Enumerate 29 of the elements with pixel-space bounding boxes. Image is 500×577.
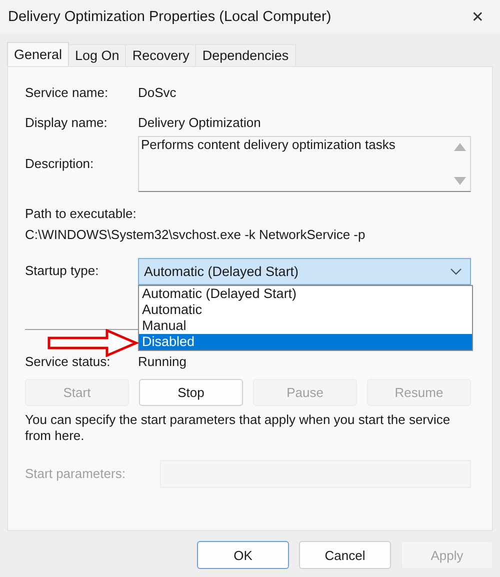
field-label: Startup type:: [25, 263, 100, 279]
dropdown-option[interactable]: Manual: [139, 318, 472, 334]
scroll-down-icon[interactable]: [454, 177, 466, 185]
close-button[interactable]: ✕: [465, 6, 490, 28]
field-label: Display name:: [25, 115, 108, 131]
field-label: Service name:: [25, 85, 110, 101]
service-button[interactable]: Stop: [139, 379, 243, 406]
field-label: Path to executable:: [25, 206, 138, 222]
field-value: Delivery Optimization: [138, 115, 262, 131]
dropdown-option[interactable]: Automatic (Delayed Start): [139, 286, 472, 302]
description-box[interactable]: Performs content delivery optimization tasks: [138, 136, 471, 192]
dropdown-option[interactable]: Automatic: [139, 302, 472, 318]
hint-text: You can specify the start parameters that apply when you start the service from here.: [25, 412, 452, 444]
tab[interactable]: Recovery: [125, 44, 196, 66]
field-label: Start parameters:: [25, 466, 126, 482]
path-value: C:\WINDOWS\System32\svchost.exe -k NetworkService -p: [25, 227, 366, 243]
field-label: Description:: [25, 156, 95, 172]
tab[interactable]: Dependencies: [195, 44, 296, 66]
dialog-button[interactable]: Cancel: [299, 541, 391, 569]
dropdown-option[interactable]: Disabled: [139, 334, 472, 350]
tab[interactable]: Log On: [68, 44, 126, 66]
field-value: DoSvc: [138, 85, 178, 101]
status-value: Running: [138, 354, 188, 370]
window-title: Delivery Optimization Properties (Local Computer): [8, 8, 332, 24]
dialog-button[interactable]: OK: [197, 541, 289, 569]
tab[interactable]: General: [7, 42, 70, 66]
field-label: Service status:: [25, 354, 112, 370]
chevron-down-icon: [450, 268, 462, 275]
scroll-up-icon[interactable]: [454, 143, 466, 151]
